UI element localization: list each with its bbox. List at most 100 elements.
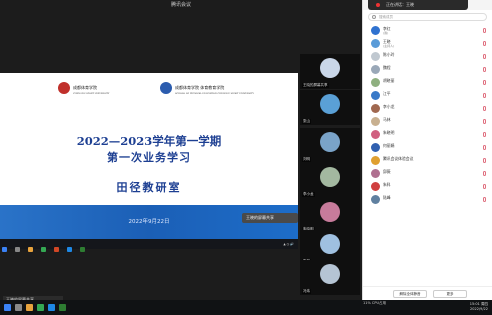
avatar (371, 195, 380, 204)
mic-icon[interactable] (483, 158, 486, 163)
participant-role: (我) (383, 31, 389, 35)
meeting-icon (66, 246, 72, 252)
university-logo: 成都体育学院 CHENGDU SPORT UNIVERSITY (58, 82, 109, 95)
start-icon[interactable] (4, 304, 11, 311)
search-placeholder: 搜索成员 (379, 15, 393, 19)
participant-row[interactable]: 朱科 (363, 180, 492, 193)
window-title: 腾讯会议 (170, 2, 191, 8)
participant-row[interactable]: 王晓 (主持人) (363, 37, 492, 50)
video-tile[interactable]: 张山 (300, 90, 360, 125)
browser-icon (40, 246, 46, 252)
video-name: 冯炜 (302, 289, 311, 294)
search-icon[interactable] (15, 304, 22, 311)
search-icon (14, 246, 20, 252)
wechat-icon (80, 246, 86, 252)
avatar (371, 156, 380, 165)
participant-row[interactable]: 腾讯会议体验会议 (363, 154, 492, 167)
clock[interactable]: 15:01 周四 2022/9/22 (448, 302, 488, 312)
shared-tray: ▲ ◷ 🔊 (283, 242, 294, 246)
avatar (371, 117, 380, 126)
participant-name: 马林 (383, 117, 391, 122)
participant-row[interactable]: 李小龙 (363, 102, 492, 115)
video-column: 王晓的屏幕共享 张山 刘明 李小龙 朱晓明 张某 冯炜 (298, 10, 362, 296)
unmute-all-button[interactable]: 解除全体静音 (393, 290, 427, 298)
slide-subtitle: 第一次业务学习 (107, 151, 191, 164)
mic-icon[interactable] (483, 41, 486, 46)
participant-name: 江平 (383, 91, 391, 96)
video-tile[interactable]: 王晓的屏幕共享 (300, 54, 360, 89)
mic-icon[interactable] (483, 184, 486, 189)
avatar (371, 104, 380, 113)
video-tile[interactable]: 李小龙 (300, 163, 360, 198)
slide-title: 2022—2023学年第一学期 (76, 134, 222, 148)
participant-row[interactable]: 胡晓丽 (363, 76, 492, 89)
participants-panel: 成员(34) 搜索成员 李红(我) 王晓(主持人) 陈小玲 魏程 胡晓丽 江平 … (362, 0, 492, 300)
avatar (320, 132, 340, 152)
avatar (320, 202, 340, 222)
participant-name: 腾讯会议体验会议 (383, 156, 414, 161)
avatar (320, 264, 340, 284)
avatar (371, 78, 380, 87)
avatar (371, 65, 380, 74)
university-name-en: CHENGDU SPORT UNIVERSITY (73, 92, 110, 95)
participants-footer: 解除全体静音 更多 (363, 286, 492, 300)
school-seal-icon (160, 82, 172, 94)
mic-icon[interactable] (483, 119, 486, 124)
participant-name: 邱薇 (383, 169, 391, 174)
share-indicator[interactable]: 王晓的屏幕共享 (242, 213, 298, 223)
mic-icon[interactable] (483, 197, 486, 202)
participant-name: 朱晓明 (383, 130, 395, 135)
mic-icon[interactable] (483, 132, 486, 137)
search-input[interactable]: 搜索成员 (368, 13, 487, 21)
wechat-icon[interactable] (59, 304, 66, 311)
video-name: 王晓的屏幕共享 (302, 83, 329, 88)
participant-row[interactable]: 何丽娟 (363, 141, 492, 154)
cpu-usage: 11% CPU占用 (363, 301, 387, 305)
participant-role: (主持人) (383, 44, 395, 48)
participant-row[interactable]: 陆峰 (363, 193, 492, 206)
avatar (371, 52, 380, 61)
video-name: 刘明 (302, 157, 311, 162)
participant-row[interactable]: 马林 (363, 115, 492, 128)
participant-name: 魏程 (383, 65, 391, 70)
browser-icon[interactable] (37, 304, 44, 311)
avatar (371, 143, 380, 152)
speaking-indicator[interactable]: 正在讲话：王晓 (368, 0, 468, 10)
school-name-en: SCHOOL OF PHYSICAL EDUCATION CHENGDU SPO… (175, 92, 254, 95)
mic-icon[interactable] (483, 93, 486, 98)
more-button[interactable]: 更多 (433, 290, 467, 298)
mic-icon[interactable] (483, 145, 486, 150)
mic-icon[interactable] (483, 28, 486, 33)
video-tile[interactable]: 朱晓明 (300, 198, 360, 233)
mic-icon[interactable] (483, 106, 486, 111)
participant-row[interactable]: 邱薇 (363, 167, 492, 180)
participant-name: 何丽娟 (383, 143, 395, 148)
avatar (320, 167, 340, 187)
slide-department: 田径教研室 (116, 181, 182, 194)
video-tile[interactable]: 刘明 (300, 128, 360, 163)
taskbar (0, 300, 492, 315)
search-icon (372, 15, 376, 19)
participant-row[interactable]: 朱晓明 (363, 128, 492, 141)
video-tile[interactable]: 冯炜 (300, 260, 360, 295)
avatar (371, 26, 380, 35)
participant-name: 陈小玲 (383, 52, 395, 57)
video-name: 张山 (302, 119, 311, 124)
video-name: 李小龙 (302, 192, 315, 197)
participant-row[interactable]: 江平 (363, 89, 492, 102)
mic-icon[interactable] (483, 171, 486, 176)
meeting-icon[interactable] (48, 304, 55, 311)
shared-taskbar: ▲ ◷ 🔊 (0, 239, 298, 252)
participant-row[interactable]: 李红 (我) (363, 24, 492, 37)
speaking-dot-icon (376, 3, 380, 7)
mic-icon[interactable] (483, 67, 486, 72)
participant-row[interactable]: 陈小玲 (363, 50, 492, 63)
participant-row[interactable]: 魏程 (363, 63, 492, 76)
mic-icon[interactable] (483, 80, 486, 85)
participant-name: 胡晓丽 (383, 78, 395, 83)
participant-name: 陆峰 (383, 195, 391, 200)
mic-icon[interactable] (483, 54, 486, 59)
avatar (320, 234, 340, 254)
folder-icon[interactable] (26, 304, 33, 311)
university-name: 成都体育学院 (73, 85, 97, 90)
